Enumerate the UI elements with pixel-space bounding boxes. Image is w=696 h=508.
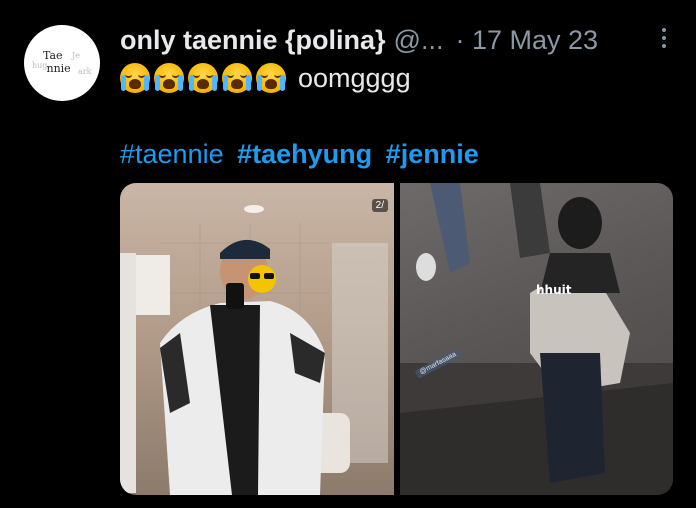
timestamp[interactable]: · 17 May 23	[455, 22, 598, 58]
street-photo[interactable]: hhuit @marfasaaa	[400, 183, 673, 495]
loudly-crying-face-icon	[120, 63, 150, 93]
tweet-header: only taennie {polina} @... · 17 May 23	[120, 22, 666, 58]
media-grid: 2/ hhuit @marfasaaa	[120, 183, 673, 495]
loudly-crying-face-icon	[154, 63, 184, 93]
display-name[interactable]: only taennie {polina}	[120, 22, 386, 58]
avatar-logo-tae: Tae	[43, 49, 63, 62]
image-caption: hhuit	[536, 283, 572, 297]
hashtag-link[interactable]: #taennie	[120, 139, 224, 169]
mirror-selfie-photo[interactable]: 2/	[120, 183, 394, 495]
loudly-crying-face-icon	[222, 63, 252, 93]
tweet-text: oomgggg	[298, 62, 411, 93]
avatar-logo-nnie: nnie	[43, 62, 71, 75]
hashtag-link[interactable]: #taehyung	[237, 139, 372, 169]
street-illustration	[400, 183, 673, 495]
tweet-text-line: oomgggg	[120, 60, 411, 96]
avatar-logo: Tae nnie	[43, 49, 71, 75]
loudly-crying-face-icon	[188, 63, 218, 93]
mirror-selfie-illustration	[120, 205, 388, 495]
more-options-icon[interactable]	[654, 24, 674, 56]
avatar-faint-text-c: ark	[78, 67, 92, 76]
image-counter: 2/	[371, 199, 388, 212]
loudly-crying-face-icon	[256, 63, 286, 93]
hashtag-link[interactable]: #jennie	[386, 139, 479, 169]
avatar[interactable]: hug Je ark Tae nnie	[24, 25, 100, 101]
tweet: hug Je ark Tae nnie only taennie {polina…	[0, 0, 696, 508]
avatar-faint-text-b: Je	[72, 51, 80, 60]
handle[interactable]: @...	[394, 22, 444, 58]
hashtags: #taennie #taehyung #jennie	[120, 136, 485, 172]
